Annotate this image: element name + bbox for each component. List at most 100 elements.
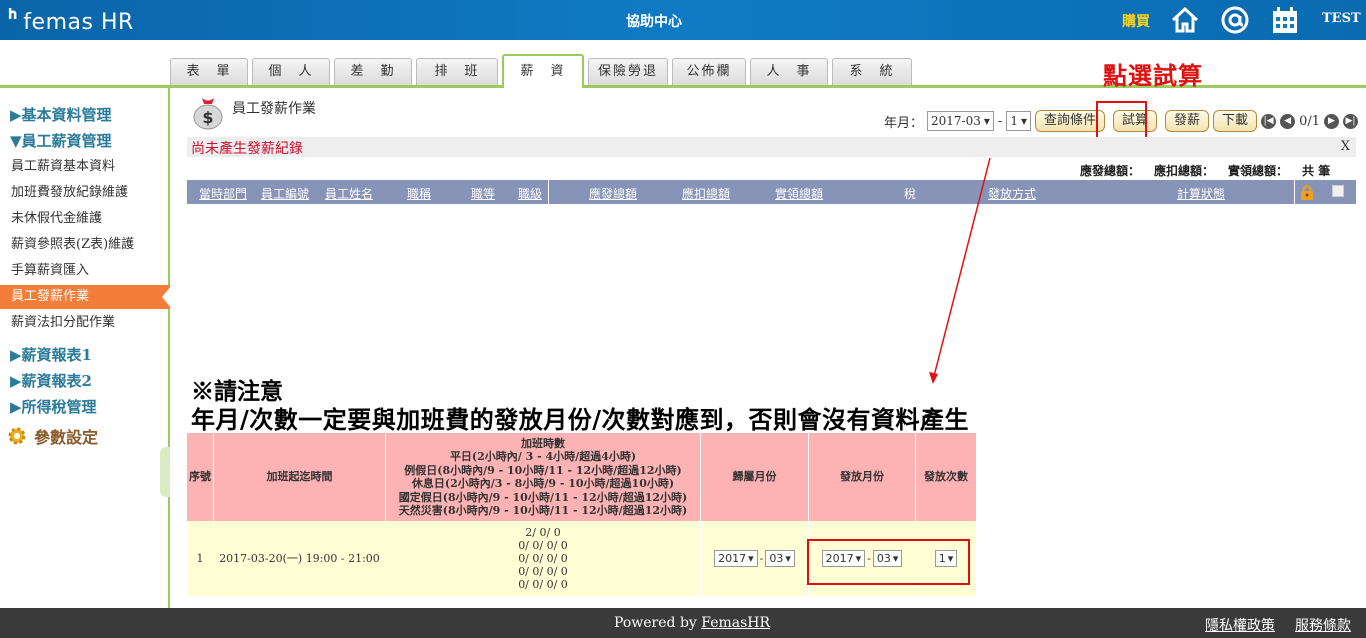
annotation-click-trial: 點選試算 [1103, 61, 1203, 90]
message-bar: 尚未產生發薪紀錄 X [187, 137, 1356, 157]
ot-row-hours: 2/ 0/ 0 0/ 0/ 0/ 0 0/ 0/ 0/ 0 0/ 0/ 0/ 0… [386, 521, 701, 596]
user-name[interactable]: TEST [1322, 11, 1361, 26]
belong-year-select[interactable]: 2017 ▾ [714, 550, 758, 567]
top-bar: ᑋ femas HR 協助中心 購買 TEST [0, 0, 1366, 40]
download-button[interactable]: 下載 [1213, 110, 1258, 132]
select-all-checkbox[interactable] [1332, 185, 1344, 197]
sidebar-param-settings[interactable]: 參數設定 [6, 424, 98, 448]
pay-salary-button[interactable]: 發薪 [1165, 110, 1210, 132]
ym-label: 年月： [884, 115, 924, 131]
money-bag-icon: $ [193, 98, 223, 130]
tab-salary[interactable]: 薪 資 [502, 54, 584, 88]
tab-attendance[interactable]: 差 勤 [334, 58, 412, 85]
ot-row-seq: 1 [187, 521, 214, 596]
col-deduct[interactable]: 應扣總額 [682, 185, 730, 202]
tab-hr[interactable]: 人 事 [750, 58, 828, 85]
dash: - [759, 552, 764, 565]
femas-logo[interactable]: ᑋ femas HR [8, 4, 134, 35]
buy-link[interactable]: 購買 [1122, 11, 1150, 31]
ot-col-belong: 歸屬月份 [701, 433, 809, 521]
active-pointer [162, 285, 172, 309]
help-center-link[interactable]: 協助中心 [626, 11, 682, 31]
sidebar-item-payroll[interactable]: 員工發薪作業 [0, 285, 172, 309]
sidebar-item-unused-leave[interactable]: 未休假代金維護 [0, 207, 170, 231]
highlight-pay-fields [807, 539, 970, 585]
col-emp-name[interactable]: 員工姓名 [325, 185, 373, 202]
home-icon[interactable] [1170, 5, 1200, 35]
sidebar-collapse-handle[interactable] [160, 447, 170, 497]
logo-text: femas HR [23, 10, 134, 35]
gear-icon [8, 427, 26, 445]
lock-icon[interactable] [1299, 184, 1315, 200]
sidebar-item-overtime-record[interactable]: 加班費發放紀錄維護 [0, 181, 170, 205]
col-emp-no[interactable]: 員工編號 [261, 185, 309, 202]
total-count: 共 筆 [1302, 164, 1331, 178]
ot-row-hours-line: 0/ 0/ 0/ 0 [518, 539, 568, 552]
total-deduct: 應扣總額： [1154, 164, 1215, 178]
total-net: 實領總額： [1228, 164, 1289, 178]
ot-row-hours-line: 0/ 0/ 0/ 0 [518, 578, 568, 591]
sidebar-section-salary-mgmt[interactable]: ▼員工薪資管理 [10, 130, 112, 151]
last-page-icon[interactable]: ▶| [1342, 113, 1358, 129]
col-grade[interactable]: 職等 [471, 185, 495, 202]
ot-row-hours-line: 0/ 0/ 0/ 0 [518, 552, 568, 565]
chevron-down-icon: ▾ [748, 552, 754, 565]
sidebar-section-report1[interactable]: ▶薪資報表1 [10, 344, 92, 365]
times-select[interactable]: 1 ▾ [1006, 111, 1031, 131]
femashr-link[interactable]: FemasHR [701, 615, 770, 631]
sidebar-item-garnishment[interactable]: 薪資法扣分配作業 [0, 311, 170, 335]
sidebar-section-tax[interactable]: ▶所得稅管理 [10, 396, 97, 417]
query-conditions-button[interactable]: 查詢條件 [1035, 110, 1106, 132]
tab-system[interactable]: 系 統 [832, 58, 912, 85]
powered-by: Powered by FemasHR [614, 615, 770, 631]
no-record-message: 尚未產生發薪紀錄 [191, 141, 303, 157]
col-gross[interactable]: 應發總額 [589, 185, 637, 202]
ot-col-period: 加班起迄時間 [214, 433, 386, 521]
dash: - [997, 113, 1003, 129]
ot-hours-holiday: 國定假日(8小時內/9 - 10小時/11 - 12小時/超過12小時) [398, 490, 688, 504]
ym-select[interactable]: 2017-03 ▾ [927, 111, 994, 131]
column-divider [548, 180, 549, 204]
sidebar-section-report2[interactable]: ▶薪資報表2 [10, 370, 92, 391]
close-icon[interactable]: X [1341, 139, 1350, 154]
ot-row-hours-line: 2/ 0/ 0 [525, 526, 561, 539]
first-page-icon[interactable]: |◀ [1261, 113, 1277, 129]
page-info: 0/1 [1299, 113, 1320, 129]
sidebar-item-label: 員工發薪作業 [11, 289, 90, 304]
sidebar: ▶基本資料管理 ▼員工薪資管理 員工薪資基本資料 加班費發放紀錄維護 未休假代金… [0, 88, 172, 608]
col-level[interactable]: 職級 [518, 185, 542, 202]
col-title[interactable]: 職稱 [407, 185, 431, 202]
page-title: 員工發薪作業 [232, 101, 316, 117]
ot-hours-title: 加班時數 [521, 436, 565, 450]
prev-page-icon[interactable]: ◀ [1280, 113, 1296, 129]
privacy-policy-link[interactable]: 隱私權政策 [1205, 615, 1275, 635]
tab-personal[interactable]: 個 人 [252, 58, 330, 85]
sidebar-item-manual-import[interactable]: 手算薪資匯入 [0, 259, 170, 283]
ot-col-pay-times: 發放次數 [916, 433, 977, 521]
belong-month-value: 03 [769, 552, 784, 565]
tab-forms[interactable]: 表 單 [170, 58, 248, 85]
next-page-icon[interactable]: ▶ [1323, 113, 1339, 129]
ot-col-pay-month: 發放月份 [809, 433, 916, 521]
col-pay-method[interactable]: 發放方式 [988, 185, 1036, 202]
chevron-down-icon: ▾ [1020, 114, 1027, 128]
col-department[interactable]: 當時部門 [199, 185, 247, 202]
sidebar-item-z-table[interactable]: 薪資參照表(Z表)維護 [0, 233, 170, 257]
col-net[interactable]: 實領總額 [775, 185, 823, 202]
ot-row-belong: 2017 ▾ - 03 ▾ [701, 521, 809, 596]
chevron-down-icon: ▾ [785, 552, 791, 565]
sidebar-item-salary-basic[interactable]: 員工薪資基本資料 [0, 155, 170, 179]
page-header: $ 員工發薪作業 [190, 94, 316, 130]
tab-insurance[interactable]: 保險勞退 [588, 58, 668, 85]
at-icon[interactable] [1220, 5, 1250, 35]
col-calc-status[interactable]: 計算狀態 [1177, 185, 1225, 202]
sidebar-section-basic[interactable]: ▶基本資料管理 [10, 104, 112, 125]
calendar-icon[interactable] [1270, 5, 1300, 35]
tab-bulletin[interactable]: 公佈欄 [672, 58, 746, 85]
terms-of-service-link[interactable]: 服務條款 [1295, 615, 1351, 635]
total-gross: 應發總額： [1080, 164, 1141, 178]
chevron-down-icon: ▾ [983, 114, 990, 128]
column-divider [1294, 180, 1295, 204]
belong-month-select[interactable]: 03 ▾ [765, 550, 795, 567]
tab-schedule[interactable]: 排 班 [416, 58, 498, 85]
